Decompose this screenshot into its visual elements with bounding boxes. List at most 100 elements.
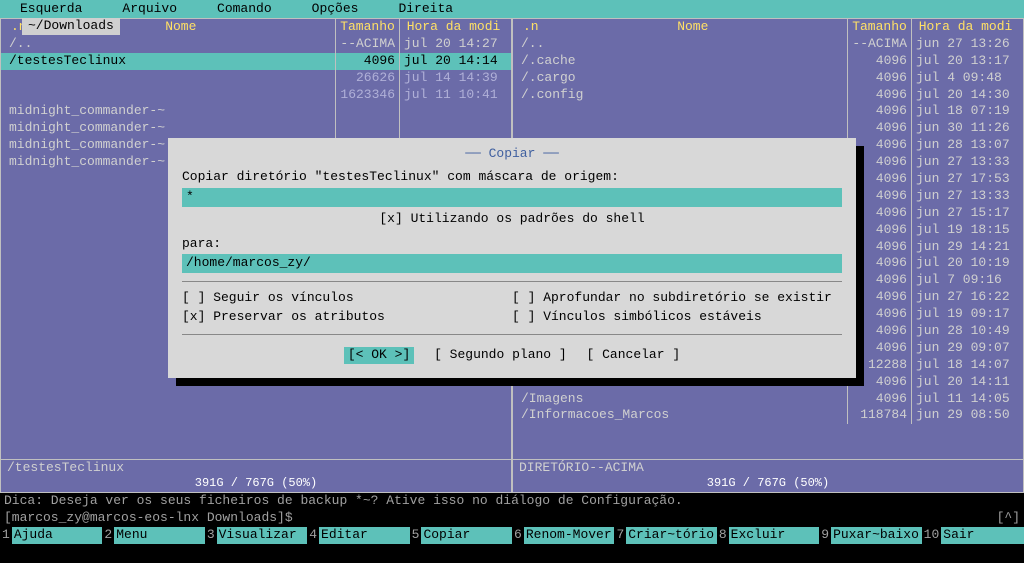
fnkey-num: 4 xyxy=(307,527,319,544)
fnkey-num: 8 xyxy=(717,527,729,544)
file-name: /.cache xyxy=(517,53,847,70)
fnkey-label: Puxar~baixo xyxy=(831,527,922,544)
ok-button[interactable]: [< OK >] xyxy=(344,347,414,364)
fnkey[interactable]: 9Puxar~baixo xyxy=(819,527,921,544)
file-row[interactable]: 4096jun 30 11:26 xyxy=(513,120,1023,137)
menubar-item[interactable]: Arquivo xyxy=(102,1,197,17)
file-time: jun 27 15:17 xyxy=(911,205,1019,222)
file-time: jun 27 16:22 xyxy=(911,289,1019,306)
file-name: /.. xyxy=(5,36,335,53)
fnkey-bar: 1Ajuda2Menu3Visualizar4Editar5Copiar6Ren… xyxy=(0,527,1024,544)
fnkey[interactable]: 10Sair xyxy=(922,527,1024,544)
stable-symlinks-checkbox[interactable]: [ ] Vínculos simbólicos estáveis xyxy=(512,309,842,326)
fnkey[interactable]: 6Renom-Mover xyxy=(512,527,614,544)
background-button[interactable]: [ Segundo plano ] xyxy=(434,347,567,364)
file-row[interactable]: midnight_commander-~ xyxy=(1,103,511,120)
menubar-item[interactable]: Opções xyxy=(292,1,379,17)
fnkey-label: Ajuda xyxy=(12,527,103,544)
file-size: 4096 xyxy=(847,87,911,104)
file-time: jun 27 13:26 xyxy=(911,36,1019,53)
file-row[interactable]: /Imagens4096jul 11 14:05 xyxy=(513,391,1023,408)
file-row[interactable]: midnight_commander-~ xyxy=(1,120,511,137)
separator xyxy=(182,281,842,282)
file-time: jul 20 14:27 xyxy=(399,36,507,53)
cancel-button[interactable]: [ Cancelar ] xyxy=(587,347,681,364)
dive-subdir-checkbox[interactable]: [ ] Aprofundar no subdiretório se existi… xyxy=(512,290,842,307)
file-size: 4096 xyxy=(847,205,911,222)
file-time: jun 29 09:07 xyxy=(911,340,1019,357)
file-time: jun 28 13:07 xyxy=(911,137,1019,154)
file-size: --ACIMA xyxy=(847,36,911,53)
shell-patterns-checkbox[interactable]: [x] Utilizando os padrões do shell xyxy=(182,211,842,228)
col-time[interactable]: Hora da modi xyxy=(911,19,1019,36)
file-row[interactable]: 4096jul 18 07:19 xyxy=(513,103,1023,120)
menubar-item[interactable]: Comando xyxy=(197,1,292,17)
file-time: jul 11 10:41 xyxy=(399,87,507,104)
file-time: jul 19 09:17 xyxy=(911,306,1019,323)
file-time: jul 20 13:17 xyxy=(911,53,1019,70)
file-row[interactable]: /.cache4096jul 20 13:17 xyxy=(513,53,1023,70)
file-time: jul 7 09:16 xyxy=(911,272,1019,289)
follow-links-checkbox[interactable]: [ ] Seguir os vínculos xyxy=(182,290,512,307)
source-input[interactable]: * xyxy=(182,188,842,207)
file-size: 4096 xyxy=(847,70,911,87)
panels-container: .n Nome Tamanho Hora da modi /..--ACIMAj… xyxy=(0,18,1024,493)
fnkey[interactable]: 2Menu xyxy=(102,527,204,544)
file-size: 4096 xyxy=(335,53,399,70)
hint-line: Dica: Deseja ver os seus ficheiros de ba… xyxy=(0,493,1024,510)
file-size: 4096 xyxy=(847,289,911,306)
menubar-item[interactable]: Direita xyxy=(378,1,473,17)
file-time: jun 30 11:26 xyxy=(911,120,1019,137)
fnkey-num: 2 xyxy=(102,527,114,544)
fnkey-label: Criar~tório xyxy=(626,527,717,544)
file-size: 4096 xyxy=(847,255,911,272)
separator xyxy=(182,334,842,335)
col-name[interactable]: Nome xyxy=(539,19,847,36)
col-size[interactable]: Tamanho xyxy=(847,19,911,36)
fnkey[interactable]: 5Copiar xyxy=(410,527,512,544)
fnkey[interactable]: 7Criar~tório xyxy=(614,527,716,544)
fnkey-label: Menu xyxy=(114,527,205,544)
file-time: jul 14 14:39 xyxy=(399,70,507,87)
file-size: 4096 xyxy=(847,222,911,239)
file-time: jul 11 14:05 xyxy=(911,391,1019,408)
fnkey[interactable]: 8Excluir xyxy=(717,527,819,544)
fnkey[interactable]: 3Visualizar xyxy=(205,527,307,544)
file-row[interactable]: /..--ACIMAjun 27 13:26 xyxy=(513,36,1023,53)
file-time xyxy=(399,120,507,137)
panel-tab-label: ~/Downloads xyxy=(22,18,120,35)
shell-prompt[interactable]: [marcos_zy@marcos-eos-lnx Downloads]$ [^… xyxy=(0,510,1024,527)
file-time: jul 19 18:15 xyxy=(911,222,1019,239)
fnkey-num: 9 xyxy=(819,527,831,544)
fnkey[interactable]: 4Editar xyxy=(307,527,409,544)
file-row[interactable]: /Informacoes_Marcos118784jun 29 08:50 xyxy=(513,407,1023,424)
file-row[interactable]: 1623346jul 11 10:41 xyxy=(1,87,511,104)
file-size: 4096 xyxy=(847,323,911,340)
source-label: Copiar diretório "testesTeclinux" com má… xyxy=(182,169,842,186)
file-row[interactable]: 26626jul 14 14:39 xyxy=(1,70,511,87)
col-time[interactable]: Hora da modi xyxy=(399,19,507,36)
file-name xyxy=(5,87,335,104)
dest-input[interactable]: /home/marcos_zy/ xyxy=(182,254,842,273)
dialog-title: ── Copiar ── xyxy=(182,146,842,163)
file-row[interactable]: /..--ACIMAjul 20 14:27 xyxy=(1,36,511,53)
menubar-item[interactable]: Esquerda xyxy=(0,1,102,17)
file-name: /.config xyxy=(517,87,847,104)
file-name: midnight_commander-~ xyxy=(5,103,335,120)
fnkey[interactable]: 1Ajuda xyxy=(0,527,102,544)
col-size[interactable]: Tamanho xyxy=(335,19,399,36)
file-row[interactable]: /testesTeclinux4096jul 20 14:14 xyxy=(1,53,511,70)
right-panel-header: .n Nome Tamanho Hora da modi xyxy=(513,19,1023,36)
file-row[interactable]: /.config4096jul 20 14:30 xyxy=(513,87,1023,104)
fnkey-num: 7 xyxy=(614,527,626,544)
file-time: jul 4 09:48 xyxy=(911,70,1019,87)
file-size xyxy=(335,103,399,120)
file-size: 4096 xyxy=(847,239,911,256)
file-name: /testesTeclinux xyxy=(5,53,335,70)
file-size: 26626 xyxy=(335,70,399,87)
file-row[interactable]: /.cargo4096jul 4 09:48 xyxy=(513,70,1023,87)
file-size: 12288 xyxy=(847,357,911,374)
file-size: 4096 xyxy=(847,272,911,289)
preserve-attr-checkbox[interactable]: [x] Preservar os atributos xyxy=(182,309,512,326)
fnkey-num: 5 xyxy=(410,527,422,544)
